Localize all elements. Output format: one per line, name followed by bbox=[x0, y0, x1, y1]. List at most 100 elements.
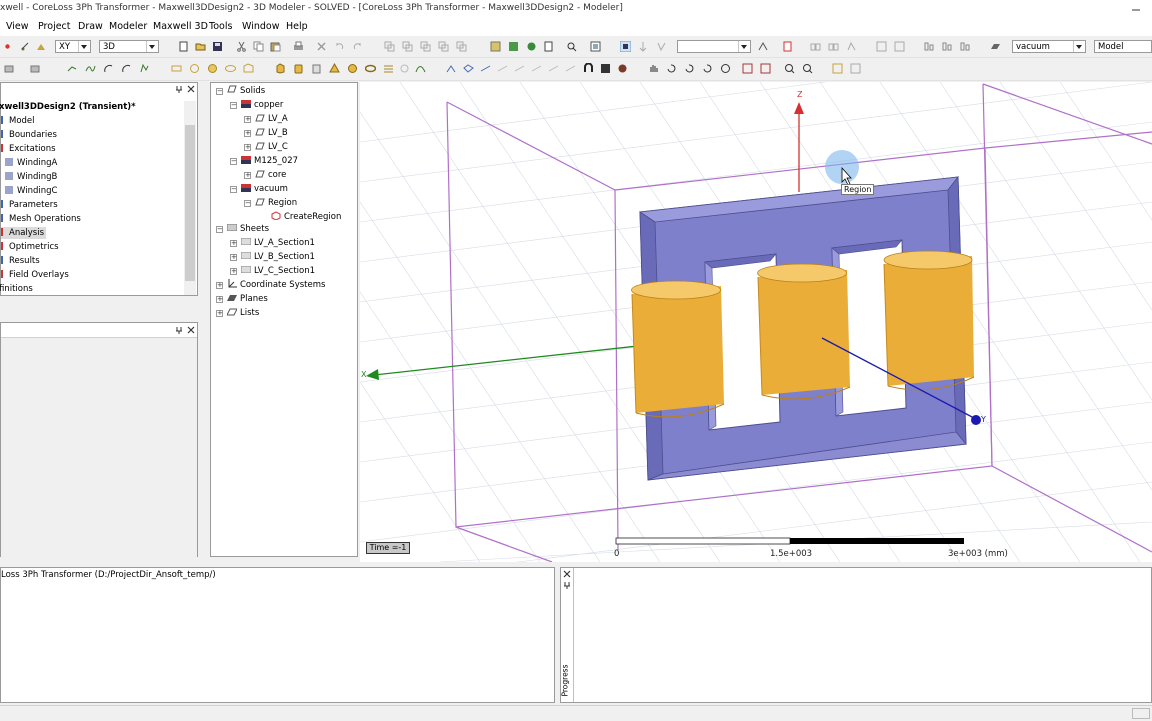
select-face-icon[interactable] bbox=[638, 41, 649, 52]
tree-vacuum[interactable]: vacuum bbox=[241, 183, 288, 195]
menu-project[interactable]: Project bbox=[38, 21, 71, 32]
window-icon[interactable] bbox=[590, 41, 601, 52]
expand-planes[interactable]: + bbox=[216, 296, 223, 303]
cylinder-icon[interactable] bbox=[293, 63, 304, 74]
tree-results[interactable]: Results bbox=[1, 255, 40, 267]
rotate-icon-1[interactable] bbox=[666, 63, 677, 74]
cone-icon[interactable] bbox=[329, 63, 340, 74]
spiral-icon[interactable] bbox=[399, 63, 410, 74]
align-icon-2[interactable] bbox=[828, 41, 839, 52]
align-icon-1[interactable] bbox=[810, 41, 821, 52]
transform-icon-6[interactable] bbox=[531, 63, 542, 74]
scrollbar-thumb[interactable] bbox=[185, 125, 195, 281]
equation-icon[interactable] bbox=[139, 63, 150, 74]
group-icon-5[interactable] bbox=[456, 41, 467, 52]
helix-icon[interactable] bbox=[383, 63, 394, 74]
tree-copper[interactable]: copper bbox=[241, 99, 283, 111]
menu-window[interactable]: Window bbox=[242, 21, 279, 32]
spline-icon[interactable] bbox=[85, 63, 96, 74]
mode-select[interactable]: 3D bbox=[99, 40, 159, 53]
arc-icon[interactable] bbox=[103, 63, 114, 74]
transform-icon-2[interactable] bbox=[463, 63, 474, 74]
transform-icon-7[interactable] bbox=[548, 63, 559, 74]
expand-lv-c[interactable]: + bbox=[244, 144, 251, 151]
arrange-icon-1[interactable] bbox=[924, 41, 935, 52]
transform-icon-5[interactable] bbox=[514, 63, 525, 74]
arrange-icon-3[interactable] bbox=[960, 41, 971, 52]
fields-icon[interactable] bbox=[782, 41, 793, 52]
analyze-icon[interactable] bbox=[526, 41, 537, 52]
regular-polyhedron-icon[interactable] bbox=[311, 63, 322, 74]
tree-winding-c[interactable]: WindingC bbox=[5, 185, 57, 197]
tree-lists[interactable]: Lists bbox=[227, 307, 259, 319]
line-icon[interactable] bbox=[67, 63, 78, 74]
paste-icon[interactable] bbox=[270, 41, 281, 52]
polygon-icon[interactable] bbox=[243, 63, 254, 74]
select-edge-icon[interactable] bbox=[656, 41, 667, 52]
menu-tools[interactable]: Tools bbox=[209, 21, 232, 32]
tree-analysis[interactable]: Analysis bbox=[1, 227, 47, 239]
transform-icon-8[interactable] bbox=[565, 63, 576, 74]
tree-parameters[interactable]: Parameters bbox=[1, 199, 58, 211]
tree-planes[interactable]: Planes bbox=[227, 293, 268, 305]
fit-all-icon[interactable] bbox=[742, 63, 753, 74]
record-field-icon[interactable] bbox=[617, 63, 628, 74]
tree-winding-a[interactable]: WindingA bbox=[5, 157, 57, 169]
report-icon[interactable] bbox=[543, 41, 554, 52]
close-icon[interactable] bbox=[187, 326, 195, 334]
save-icon[interactable] bbox=[212, 41, 223, 52]
check-icon[interactable] bbox=[508, 41, 519, 52]
expand-copper[interactable]: − bbox=[230, 102, 237, 109]
validate-icon[interactable] bbox=[490, 41, 501, 52]
undo-icon[interactable] bbox=[334, 41, 345, 52]
move-icon[interactable] bbox=[36, 41, 47, 52]
project-tree-scrollbar[interactable] bbox=[184, 101, 196, 295]
zoom-out-icon[interactable] bbox=[802, 63, 813, 74]
plane-select[interactable]: XY bbox=[55, 40, 91, 53]
group-icon-3[interactable] bbox=[420, 41, 431, 52]
expand-m125[interactable]: − bbox=[230, 158, 237, 165]
point-icon[interactable] bbox=[20, 41, 31, 52]
menu-view[interactable]: View bbox=[6, 21, 29, 32]
close-icon[interactable] bbox=[563, 570, 571, 578]
tree-model[interactable]: Model bbox=[1, 115, 35, 127]
expand-sheet3[interactable]: + bbox=[230, 268, 237, 275]
expand-solids[interactable]: − bbox=[216, 88, 223, 95]
expand-lv-a[interactable]: + bbox=[244, 116, 251, 123]
tree-winding-b[interactable]: WindingB bbox=[5, 171, 57, 183]
pan-icon[interactable] bbox=[648, 63, 659, 74]
transform-icon-1[interactable] bbox=[446, 63, 457, 74]
boolean-icon-1[interactable] bbox=[876, 41, 887, 52]
circle-icon[interactable] bbox=[189, 63, 200, 74]
3d-viewport[interactable]: Region Z X Y Time =-1 0 1.5e+003 3e+003 … bbox=[360, 82, 1152, 562]
grid-icon[interactable] bbox=[832, 63, 843, 74]
cut-icon[interactable] bbox=[236, 41, 247, 52]
select-object-icon[interactable] bbox=[620, 41, 631, 52]
tree-optimetrics[interactable]: Optimetrics bbox=[1, 241, 59, 253]
print-icon[interactable] bbox=[293, 41, 304, 52]
tree-excitations[interactable]: Excitations bbox=[1, 143, 56, 155]
tree-design-root[interactable]: xwell3DDesign2 (Transient)* bbox=[0, 101, 136, 113]
minimize-icon[interactable] bbox=[1131, 4, 1141, 14]
tree-lv-b[interactable]: LV_B bbox=[255, 127, 288, 139]
zoom-in-out-icon[interactable] bbox=[720, 63, 731, 74]
tree-lv-c[interactable]: LV_C bbox=[255, 141, 288, 153]
transform-icon-4[interactable] bbox=[497, 63, 508, 74]
tree-coordinate-systems[interactable]: Coordinate Systems bbox=[227, 279, 325, 291]
expand-vacuum[interactable]: − bbox=[230, 186, 237, 193]
menu-modeler[interactable]: Modeler bbox=[109, 21, 147, 32]
tree-sheet-lv-c[interactable]: LV_C_Section1 bbox=[241, 265, 315, 277]
coordinate-select[interactable] bbox=[677, 40, 751, 53]
snap-icon[interactable] bbox=[850, 63, 861, 74]
tree-region[interactable]: Region bbox=[255, 197, 297, 209]
tree-boundaries[interactable]: Boundaries bbox=[1, 129, 57, 141]
rotate-icon-2[interactable] bbox=[684, 63, 695, 74]
menu-draw[interactable]: Draw bbox=[78, 21, 103, 32]
expand-region[interactable]: − bbox=[244, 200, 251, 207]
copy-icon[interactable] bbox=[253, 41, 264, 52]
group-icon-1[interactable] bbox=[384, 41, 395, 52]
tree-mesh-operations[interactable]: Mesh Operations bbox=[1, 213, 81, 225]
tree-core[interactable]: core bbox=[255, 169, 286, 181]
expand-sheet2[interactable]: + bbox=[230, 254, 237, 261]
close-icon[interactable] bbox=[187, 85, 195, 93]
